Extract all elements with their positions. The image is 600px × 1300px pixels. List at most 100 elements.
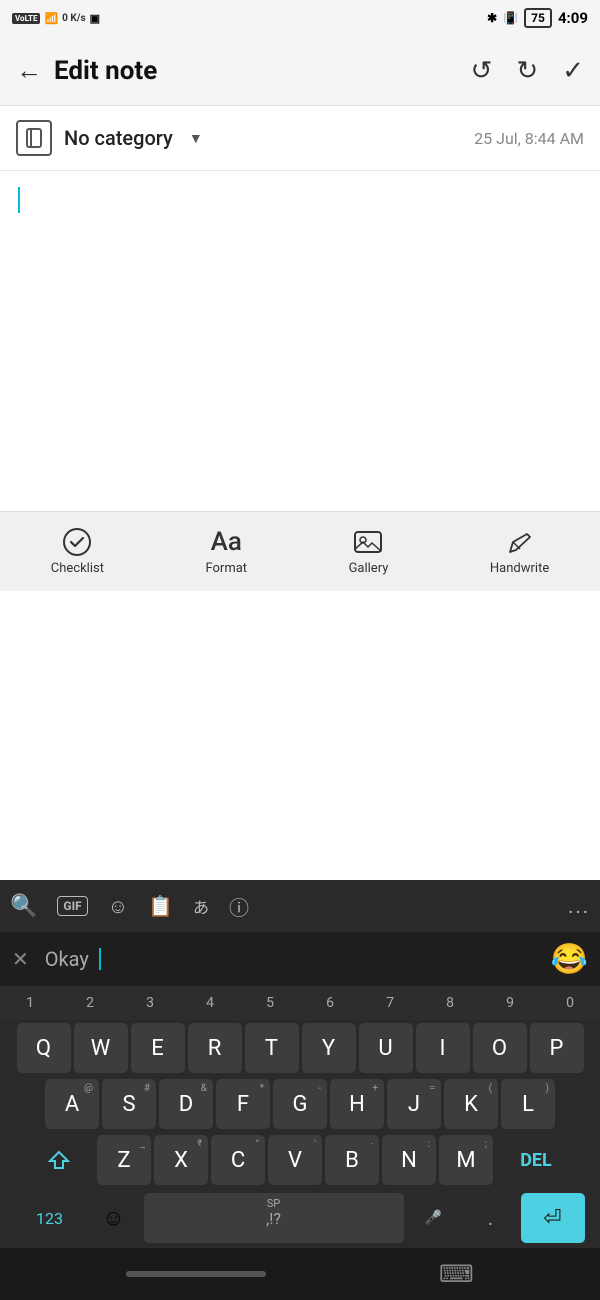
period-key[interactable]: . <box>464 1193 518 1243</box>
key-j[interactable]: =J <box>387 1079 441 1129</box>
key-u[interactable]: U <box>359 1023 413 1073</box>
key-b[interactable]: ·B <box>325 1135 379 1185</box>
keyboard-toggle-icon[interactable]: ⌨ <box>439 1260 474 1288</box>
info-button[interactable]: ⓘ <box>229 892 249 921</box>
key-a[interactable]: @A <box>45 1079 99 1129</box>
emoji-button[interactable]: ☺ <box>87 1193 141 1243</box>
note-toolbar: Checklist Aa Format Gallery Handwrite <box>0 511 600 591</box>
key-d[interactable]: &D <box>159 1079 213 1129</box>
data-speed: 0 K/s <box>62 13 85 24</box>
format-label: Format <box>205 561 247 576</box>
key-k[interactable]: (K <box>444 1079 498 1129</box>
page-title: Edit note <box>54 56 157 86</box>
num-key-2[interactable]: 2 <box>60 986 120 1020</box>
category-left: No category ▼ <box>16 120 203 156</box>
sticker-button[interactable]: ☺ <box>108 894 128 919</box>
format-button[interactable]: Aa Format <box>205 527 247 576</box>
num-key-3[interactable]: 3 <box>120 986 180 1020</box>
key-y[interactable]: Y <box>302 1023 356 1073</box>
num-key-7[interactable]: 7 <box>360 986 420 1020</box>
key-z[interactable]: _Z <box>97 1135 151 1185</box>
gif-button[interactable]: GIF <box>57 896 87 916</box>
key-i[interactable]: I <box>416 1023 470 1073</box>
mic-key[interactable]: 🎤 <box>407 1193 461 1243</box>
key-c[interactable]: "C <box>211 1135 265 1185</box>
keyboard-bottom-row: 123 ☺ SP ,!? 🎤 . ⏎ <box>0 1188 600 1248</box>
status-left: VoLTE 📶 0 K/s ▣ <box>12 12 100 25</box>
key-e[interactable]: E <box>131 1023 185 1073</box>
app-bar: ← Edit note ↺ ↻ ✓ <box>0 36 600 106</box>
keyboard-search-icon[interactable]: 🔍 <box>10 894 37 919</box>
key-g[interactable]: -G <box>273 1079 327 1129</box>
keyboard: 🔍 GIF ☺ 📋 あ ⓘ ... ✕ Okay 😂 1 2 3 4 5 6 7… <box>0 880 600 1300</box>
system-nav-bar: ⌨ <box>0 1248 600 1300</box>
key-l[interactable]: )L <box>501 1079 555 1129</box>
close-suggestions-button[interactable]: ✕ <box>12 947 29 971</box>
time-display: 4:09 <box>558 9 588 27</box>
more-options-button[interactable]: ... <box>568 894 590 918</box>
suggestion-word[interactable]: Okay <box>45 947 89 971</box>
keyboard-top-bar: 🔍 GIF ☺ 📋 あ ⓘ ... <box>0 880 600 932</box>
suggestion-cursor <box>99 948 101 970</box>
note-timestamp: 25 Jul, 8:44 AM <box>474 129 584 148</box>
text-cursor <box>18 187 20 213</box>
undo-button[interactable]: ↺ <box>471 56 493 86</box>
num-key-1[interactable]: 1 <box>0 986 60 1020</box>
dropdown-arrow[interactable]: ▼ <box>189 130 203 147</box>
space-key[interactable]: SP ,!? <box>144 1193 404 1243</box>
key-f[interactable]: *F <box>216 1079 270 1129</box>
handwrite-button[interactable]: Handwrite <box>490 527 549 576</box>
volte-badge: VoLTE <box>12 13 40 24</box>
gallery-label: Gallery <box>349 561 389 576</box>
screen-mirror-icon: ▣ <box>90 12 100 25</box>
format-icon: Aa <box>211 527 242 557</box>
suggestions-bar: ✕ Okay 😂 <box>0 932 600 986</box>
asdf-row: @A #S &D *F -G +H =J (K )L <box>0 1076 600 1132</box>
signal-icon: 📶 <box>44 12 58 25</box>
zxcv-row: _Z ₹X "C 'V ·B :N ;M DEL <box>0 1132 600 1188</box>
suggestion-emoji[interactable]: 😂 <box>551 942 588 977</box>
translate-button[interactable]: あ <box>193 894 209 918</box>
enter-key[interactable]: ⏎ <box>521 1193 585 1243</box>
key-p[interactable]: P <box>530 1023 584 1073</box>
status-bar: VoLTE 📶 0 K/s ▣ ✱ 📳 75 4:09 <box>0 0 600 36</box>
vibrate-icon: 📳 <box>503 11 518 25</box>
note-content-area[interactable] <box>0 171 600 511</box>
confirm-button[interactable]: ✓ <box>562 56 584 86</box>
num-key-4[interactable]: 4 <box>180 986 240 1020</box>
battery-level: 75 <box>524 8 552 28</box>
key-q[interactable]: Q <box>17 1023 71 1073</box>
category-bar: No category ▼ 25 Jul, 8:44 AM <box>0 106 600 171</box>
key-t[interactable]: T <box>245 1023 299 1073</box>
num-key-0[interactable]: 0 <box>540 986 600 1020</box>
checklist-button[interactable]: Checklist <box>51 527 104 576</box>
delete-key[interactable]: DEL <box>496 1135 576 1185</box>
key-h[interactable]: +H <box>330 1079 384 1129</box>
key-x[interactable]: ₹X <box>154 1135 208 1185</box>
num-key-6[interactable]: 6 <box>300 986 360 1020</box>
num-key-8[interactable]: 8 <box>420 986 480 1020</box>
key-r[interactable]: R <box>188 1023 242 1073</box>
key-m[interactable]: ;M <box>439 1135 493 1185</box>
gallery-button[interactable]: Gallery <box>349 527 389 576</box>
num-key-5[interactable]: 5 <box>240 986 300 1020</box>
clipboard-button[interactable]: 📋 <box>148 894 173 918</box>
back-button[interactable]: ← <box>16 55 42 86</box>
key-w[interactable]: W <box>74 1023 128 1073</box>
notebook-icon <box>16 120 52 156</box>
category-label: No category <box>64 126 173 150</box>
bluetooth-icon: ✱ <box>487 11 497 25</box>
key-s[interactable]: #S <box>102 1079 156 1129</box>
key-v[interactable]: 'V <box>268 1135 322 1185</box>
shift-key[interactable] <box>24 1135 94 1185</box>
number-row: 1 2 3 4 5 6 7 8 9 0 <box>0 986 600 1020</box>
nav-home-indicator[interactable] <box>126 1271 266 1277</box>
checklist-label: Checklist <box>51 561 104 576</box>
status-right: ✱ 📳 75 4:09 <box>487 9 588 27</box>
num-key-9[interactable]: 9 <box>480 986 540 1020</box>
num-switch-button[interactable]: 123 <box>16 1193 84 1243</box>
redo-button[interactable]: ↻ <box>516 56 538 86</box>
handwrite-label: Handwrite <box>490 561 549 576</box>
key-o[interactable]: O <box>473 1023 527 1073</box>
key-n[interactable]: :N <box>382 1135 436 1185</box>
